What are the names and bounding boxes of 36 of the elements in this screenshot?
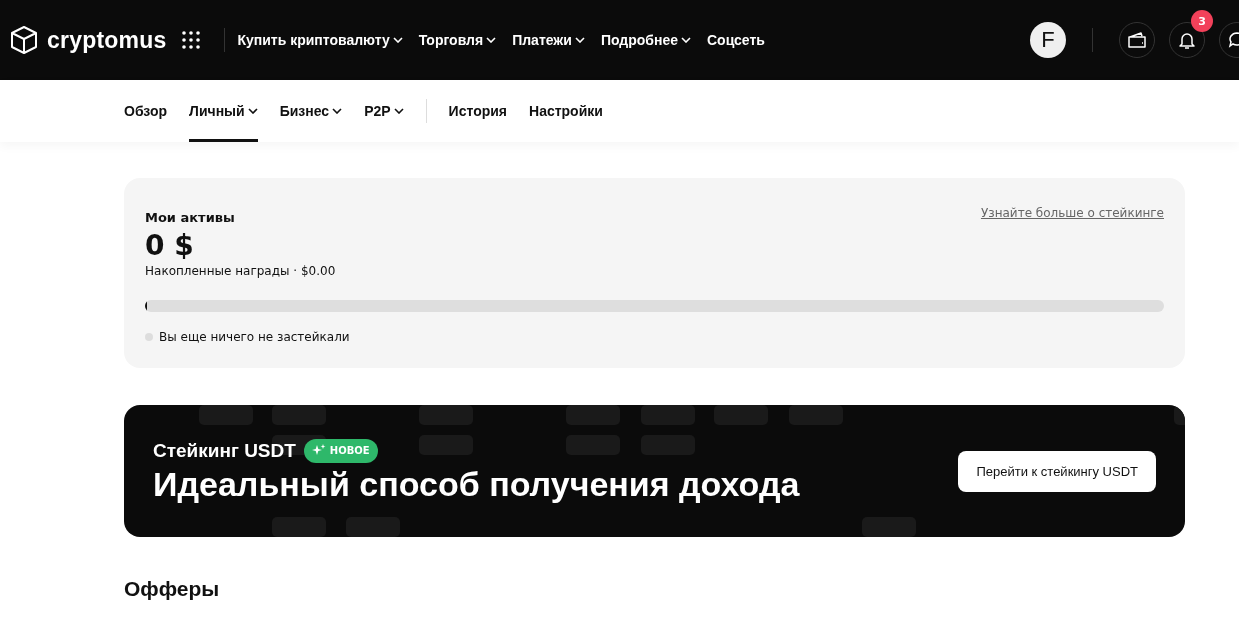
banner-headline: Идеальный способ получения дохода [153, 464, 800, 504]
apps-grid-icon[interactable] [182, 31, 201, 49]
nav-link[interactable]: Соцсеть [707, 32, 765, 48]
chevron-down-icon [574, 37, 585, 43]
nav-link[interactable]: Торговля [418, 32, 497, 48]
logo-text[interactable]: cryptomus [47, 26, 167, 54]
nav-link[interactable]: Подробнее [600, 32, 691, 48]
rewards-text: Накопленные награды · $0.00 [145, 264, 336, 278]
nav-link[interactable]: Купить криптовалюту [237, 32, 403, 48]
chevron-down-icon [392, 37, 403, 43]
avatar[interactable]: F [1030, 22, 1066, 58]
chevron-down-icon [332, 108, 343, 114]
tab[interactable]: Обзор [124, 80, 168, 142]
wallet-icon [1127, 31, 1147, 49]
chevron-down-icon [486, 37, 497, 43]
banner-title: Стейкинг USDT [153, 439, 296, 462]
new-badge: НОВОЕ [303, 438, 378, 463]
total-balance: 0 $ [145, 229, 195, 262]
tab[interactable]: Личный [189, 80, 258, 142]
status-text: Вы еще ничего не застейкали [159, 330, 350, 344]
chevron-down-icon [681, 37, 691, 43]
tab[interactable]: Бизнес [279, 80, 343, 142]
bell-icon [1177, 30, 1197, 50]
staking-info-link[interactable]: Узнайте больше о стейкинге [980, 206, 1164, 220]
status-dot [145, 333, 153, 341]
tab[interactable]: P2P [364, 80, 404, 142]
tab[interactable]: Настройки [529, 80, 603, 142]
nav-link[interactable]: Платежи [512, 32, 585, 48]
notification-count-badge: 3 [1191, 10, 1213, 32]
assets-title: Мои активы [145, 210, 236, 225]
offers-heading: Офферы [124, 577, 221, 601]
chevron-down-icon [393, 108, 404, 114]
chevron-down-icon [247, 108, 258, 114]
go-to-staking-button[interactable]: Перейти к стейкингу USDT [958, 450, 1156, 492]
cube-logo-icon [9, 25, 39, 55]
tab[interactable]: История [448, 80, 507, 142]
